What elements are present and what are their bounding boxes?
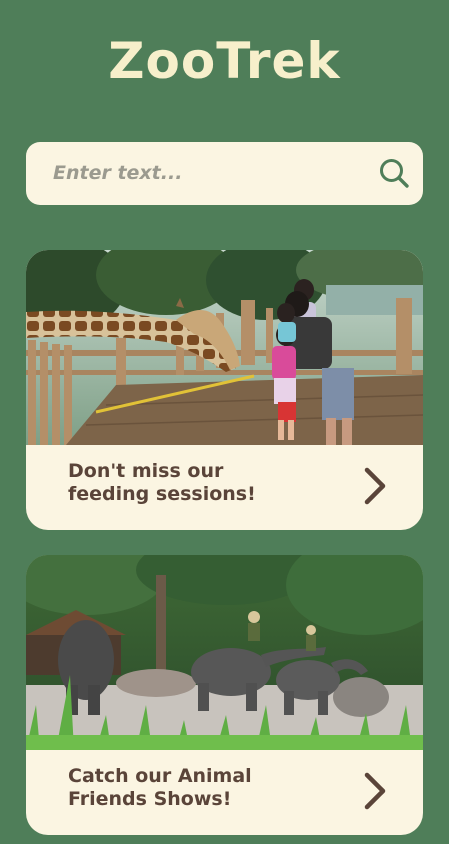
card-title: Catch our Animal Friends Shows!: [68, 765, 348, 811]
card-title-line1: Catch our Animal: [68, 765, 252, 787]
app-logo: ZooTrek: [108, 32, 341, 90]
search-icon[interactable]: [377, 156, 411, 190]
animal-friends-shows-footer: Catch our Animal Friends Shows!: [26, 750, 423, 835]
giraffe-feeding-photo: [26, 250, 423, 445]
card-title-line2: Friends Shows!: [68, 788, 232, 810]
feeding-sessions-card[interactable]: Don't miss our feeding sessions!: [26, 250, 423, 530]
feeding-sessions-footer: Don't miss our feeding sessions!: [26, 445, 423, 530]
animal-friends-shows-card[interactable]: Catch our Animal Friends Shows!: [26, 555, 423, 835]
card-title: Don't miss our feeding sessions!: [68, 460, 348, 506]
elephant-show-photo: [26, 555, 423, 750]
chevron-right-icon[interactable]: [361, 464, 389, 508]
search-input[interactable]: [53, 156, 353, 190]
chevron-right-icon[interactable]: [361, 769, 389, 813]
card-title-line2: feeding sessions!: [68, 483, 256, 505]
search-bar: [26, 142, 423, 205]
card-title-line1: Don't miss our: [68, 460, 224, 482]
